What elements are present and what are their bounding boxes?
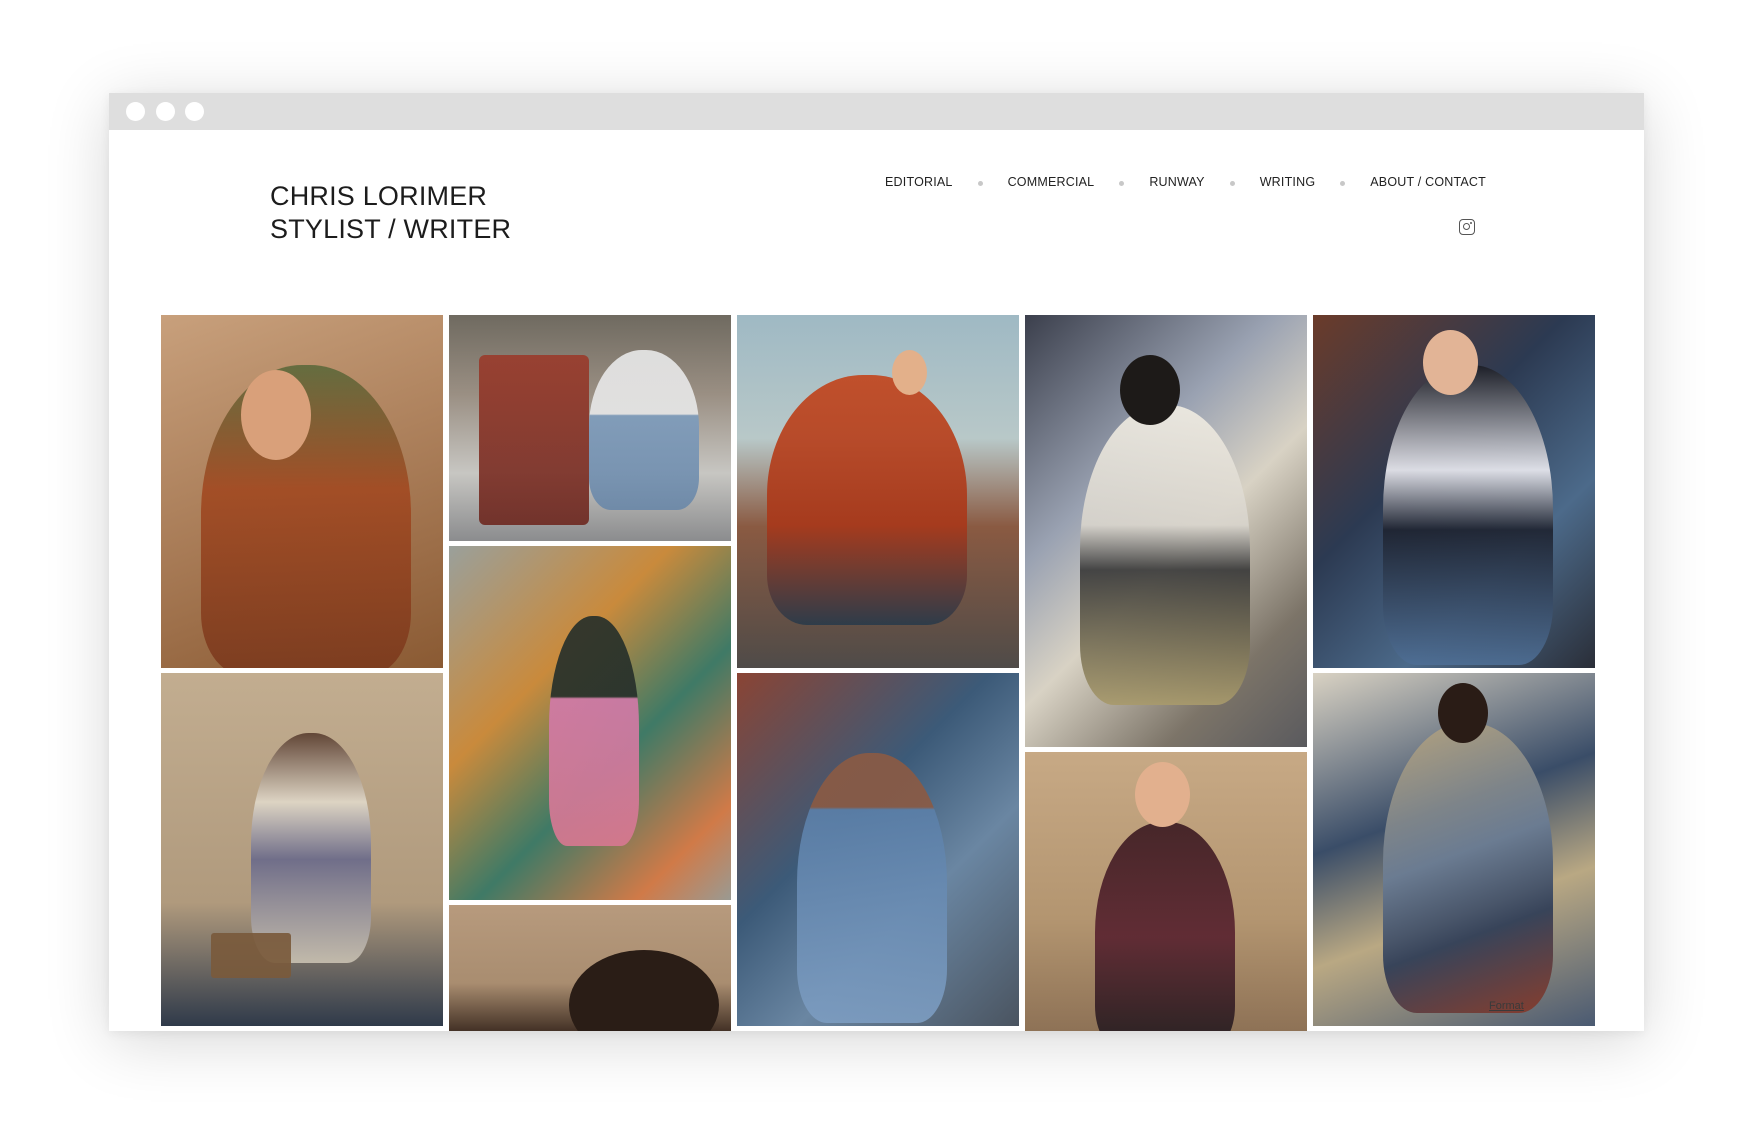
gallery-photo-paris-tee[interactable] bbox=[1025, 752, 1307, 1031]
photo-subject bbox=[1383, 723, 1553, 1013]
photo-subject-hair bbox=[1120, 355, 1180, 425]
main-nav: EDITORIAL COMMERCIAL RUNWAY WRITING ABOU… bbox=[885, 175, 1486, 189]
photo-subject bbox=[549, 616, 639, 846]
gallery-photo-flared-jeans[interactable] bbox=[737, 673, 1019, 1026]
gallery-photo-red-coat[interactable] bbox=[737, 315, 1019, 668]
instagram-icon[interactable] bbox=[1459, 219, 1475, 235]
window-maximize-dot[interactable] bbox=[185, 102, 204, 121]
photo-subject-hair bbox=[569, 950, 719, 1031]
photo-subject bbox=[797, 753, 947, 1023]
site-brand[interactable]: CHRIS LORIMER STYLIST / WRITER bbox=[270, 180, 511, 246]
gallery-photo-rooftop-rug[interactable] bbox=[449, 315, 731, 541]
nav-runway[interactable]: RUNWAY bbox=[1149, 175, 1204, 189]
nav-separator bbox=[1119, 181, 1125, 186]
browser-titlebar bbox=[109, 93, 1644, 130]
window-close-dot[interactable] bbox=[126, 102, 145, 121]
gallery-photo-carpet-lying[interactable] bbox=[449, 546, 731, 900]
nav-editorial[interactable]: EDITORIAL bbox=[885, 175, 953, 189]
brand-name: CHRIS LORIMER bbox=[270, 181, 488, 211]
window-minimize-dot[interactable] bbox=[156, 102, 175, 121]
photo-subject-face bbox=[892, 350, 927, 395]
photo-subject bbox=[767, 375, 967, 625]
photo-subject-face bbox=[1135, 762, 1190, 827]
photo-subject bbox=[589, 350, 699, 510]
photo-subject bbox=[1080, 405, 1250, 705]
photo-subject bbox=[1095, 822, 1235, 1031]
photo-rug bbox=[479, 355, 589, 525]
nav-separator bbox=[1340, 181, 1346, 186]
photo-subject-face bbox=[241, 370, 311, 460]
gallery-photo-quilt-wrap[interactable] bbox=[161, 673, 443, 1026]
nav-about-contact[interactable]: ABOUT / CONTACT bbox=[1370, 175, 1486, 189]
nav-separator bbox=[1229, 181, 1235, 186]
photo-subject-hair bbox=[1438, 683, 1488, 743]
gallery-photo-sequin-skirt[interactable] bbox=[1025, 315, 1307, 747]
gallery-photo-patchwork-blazer[interactable] bbox=[1313, 315, 1595, 668]
format-badge-link[interactable]: Format bbox=[1489, 1000, 1524, 1012]
gallery-photo-portrait-shawl[interactable] bbox=[161, 315, 443, 668]
nav-writing[interactable]: WRITING bbox=[1260, 175, 1316, 189]
nav-separator bbox=[977, 181, 983, 186]
gallery-photo-closeup[interactable] bbox=[449, 905, 731, 1031]
nav-commercial[interactable]: COMMERCIAL bbox=[1008, 175, 1095, 189]
gallery-photo-patchwork-cape[interactable] bbox=[1313, 673, 1595, 1026]
photo-subject bbox=[251, 733, 371, 963]
browser-window: CHRIS LORIMER STYLIST / WRITER EDITORIAL… bbox=[109, 93, 1644, 1031]
brand-tagline: STYLIST / WRITER bbox=[270, 214, 512, 244]
photo-subject bbox=[1383, 365, 1553, 665]
photo-box bbox=[211, 933, 291, 978]
photo-subject-face bbox=[1423, 330, 1478, 395]
website: CHRIS LORIMER STYLIST / WRITER EDITORIAL… bbox=[109, 130, 1644, 1031]
